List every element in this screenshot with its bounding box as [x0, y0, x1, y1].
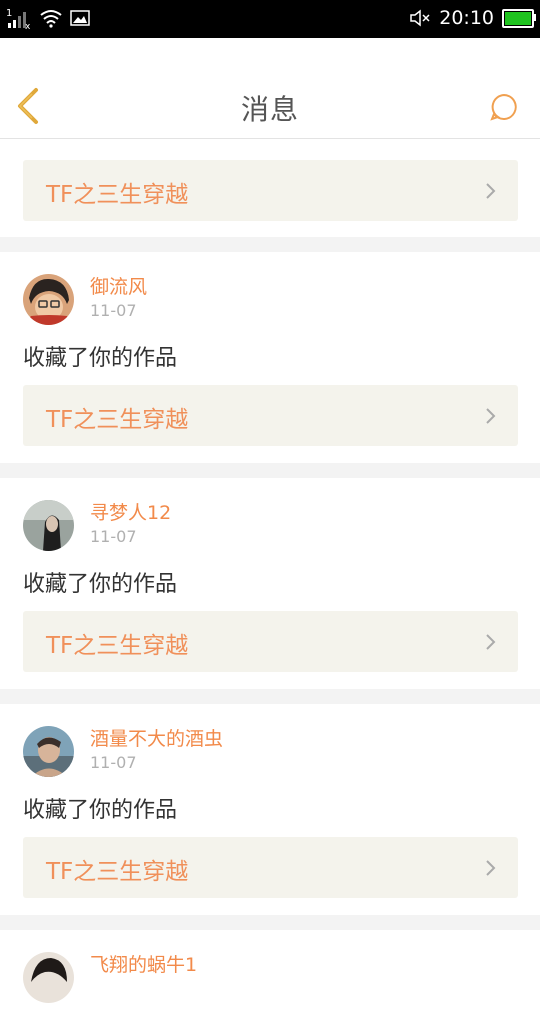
message-date: 11-07 [90, 527, 137, 546]
clock: 20:10 [439, 7, 494, 29]
work-link[interactable]: TF之三生穿越 [23, 160, 518, 221]
username[interactable]: 御流风 [90, 274, 147, 300]
username[interactable]: 飞翔的蜗牛1 [90, 952, 197, 978]
message-card: 飞翔的蜗牛1 [0, 930, 540, 1010]
svg-text:1: 1 [6, 8, 12, 19]
username[interactable]: 酒量不大的酒虫 [90, 726, 223, 752]
message-text: 收藏了你的作品 [23, 572, 178, 597]
username[interactable]: 寻梦人12 [90, 500, 171, 526]
chevron-right-icon [486, 408, 496, 424]
image-icon [70, 10, 90, 26]
chevron-right-icon [486, 634, 496, 650]
work-link[interactable]: TF之三生穿越 [23, 837, 518, 898]
battery-icon [502, 8, 536, 28]
chevron-right-icon [486, 860, 496, 876]
signal-icon: 1 x [6, 8, 31, 29]
message-text: 收藏了你的作品 [23, 346, 178, 371]
message-card: 寻梦人12 11-07 收藏了你的作品 TF之三生穿越 [0, 478, 540, 689]
message-card: TF之三生穿越 [0, 139, 540, 237]
wifi-icon [40, 10, 62, 28]
work-title: TF之三生穿越 [46, 407, 189, 433]
message-date: 11-07 [90, 301, 137, 320]
avatar[interactable] [23, 274, 74, 325]
work-title: TF之三生穿越 [46, 633, 189, 659]
message-card: 御流风 11-07 收藏了你的作品 TF之三生穿越 [0, 252, 540, 463]
avatar[interactable] [23, 726, 74, 777]
work-link[interactable]: TF之三生穿越 [23, 385, 518, 446]
message-date: 11-07 [90, 753, 137, 772]
avatar[interactable] [23, 500, 74, 551]
page-title: 消息 [240, 93, 299, 126]
status-bar: 1 x 20:10 [0, 0, 540, 38]
mute-icon [410, 9, 430, 27]
work-title: TF之三生穿越 [46, 182, 189, 208]
work-title: TF之三生穿越 [46, 859, 189, 885]
svg-text:x: x [25, 22, 31, 29]
message-list: TF之三生穿越 御流风 11-07 收藏了你的作品 TF之三生穿越 寻梦人12 … [0, 139, 540, 1010]
work-link[interactable]: TF之三生穿越 [23, 611, 518, 672]
chat-bubble-icon [490, 93, 517, 121]
chat-button[interactable] [490, 93, 518, 121]
chevron-right-icon [486, 183, 496, 199]
message-text: 收藏了你的作品 [23, 798, 178, 823]
app-bar: 消息 [0, 38, 540, 139]
message-card: 酒量不大的酒虫 11-07 收藏了你的作品 TF之三生穿越 [0, 704, 540, 915]
